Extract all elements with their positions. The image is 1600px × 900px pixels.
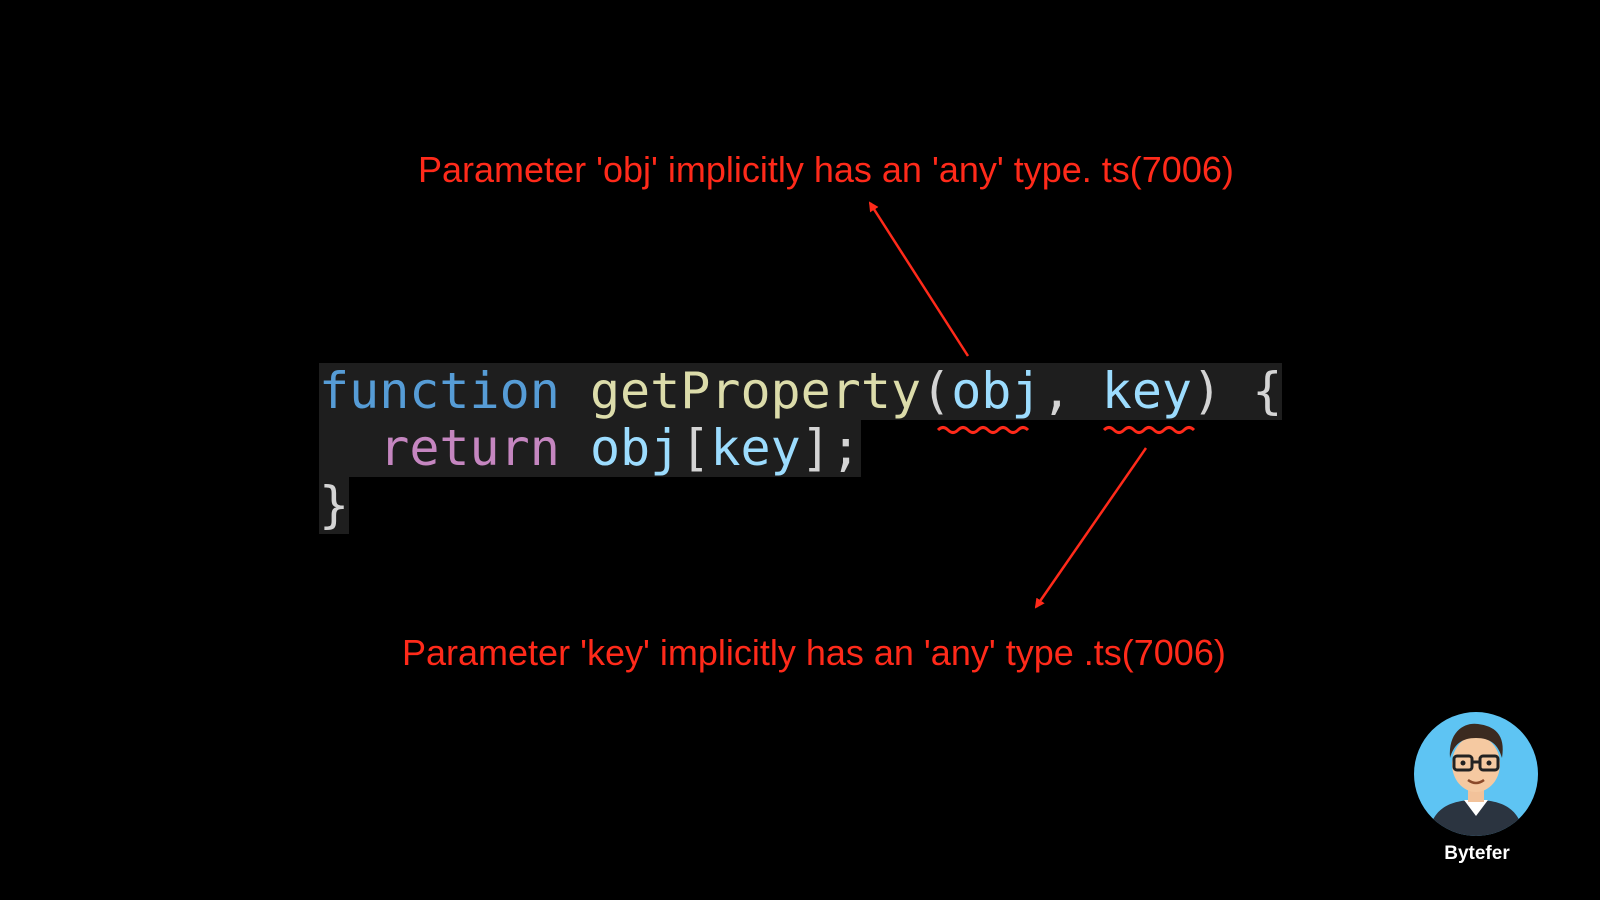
avatar-illustration bbox=[1428, 723, 1524, 836]
squiggle-under-obj bbox=[936, 426, 1030, 434]
key-reference: key bbox=[710, 419, 801, 477]
arrow-to-key-error bbox=[1034, 447, 1148, 609]
closing-brace: } bbox=[319, 476, 350, 534]
open-paren: ( bbox=[921, 362, 952, 420]
obj-error-annotation: Parameter 'obj' implicitly has an 'any' … bbox=[418, 149, 1234, 190]
param-key: key bbox=[1101, 362, 1193, 420]
function-name: getProperty bbox=[589, 362, 922, 420]
close-bracket-semicolon: ]; bbox=[800, 419, 861, 477]
bytefer-avatar bbox=[1414, 712, 1538, 836]
arrow-to-obj-error bbox=[868, 201, 970, 357]
param-obj: obj bbox=[951, 362, 1042, 420]
close-paren-brace: ) { bbox=[1192, 362, 1283, 420]
open-bracket: [ bbox=[680, 419, 711, 477]
key-error-annotation: Parameter 'key' implicitly has an 'any' … bbox=[402, 632, 1226, 673]
brand-name: Bytefer bbox=[1444, 843, 1510, 864]
code-line-2: return obj[key]; bbox=[319, 420, 861, 477]
function-keyword: function bbox=[319, 362, 560, 420]
squiggle-under-key bbox=[1102, 426, 1196, 434]
param-separator: , bbox=[1041, 362, 1102, 420]
return-keyword: return bbox=[379, 419, 560, 477]
code-line-3: } bbox=[319, 476, 350, 534]
obj-reference: obj bbox=[589, 419, 681, 477]
code-line-1: function getProperty(obj, key) { bbox=[319, 362, 1283, 420]
